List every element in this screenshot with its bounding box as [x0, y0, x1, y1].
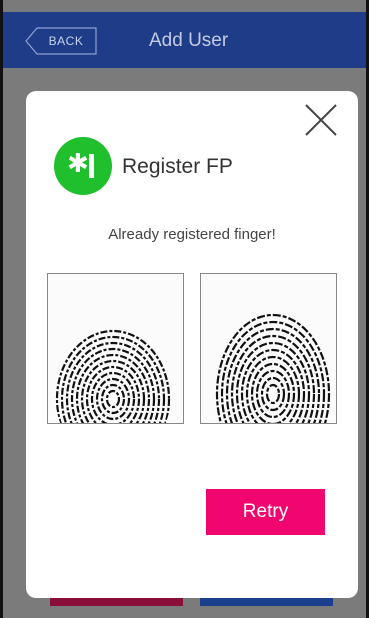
- fingerprint-scan-1: [47, 273, 184, 424]
- close-button[interactable]: [304, 103, 338, 137]
- background-right-button: [200, 598, 333, 606]
- fingerprint-register-icon: ✱: [54, 137, 112, 195]
- register-fp-dialog: ✱ Register FP Already registered finger!: [26, 91, 358, 598]
- back-button-label: BACK: [48, 34, 84, 48]
- background-left-button: [50, 598, 183, 606]
- retry-button[interactable]: Retry: [206, 489, 325, 535]
- app-header: BACK Add User: [3, 12, 366, 68]
- cursor-bar-glyph: [89, 154, 94, 178]
- close-icon: [305, 104, 337, 136]
- dialog-title: Register FP: [122, 155, 233, 178]
- device-screen: BACK Add User ✱ Register FP Already regi…: [0, 0, 369, 618]
- page-title: Add User: [149, 30, 229, 51]
- back-button[interactable]: BACK: [25, 27, 97, 55]
- asterisk-glyph: ✱: [67, 149, 89, 179]
- status-message: Already registered finger!: [108, 226, 276, 243]
- fingerprint-image: [215, 313, 331, 423]
- fingerprint-image: [55, 329, 171, 423]
- fingerprint-scan-2: [200, 273, 337, 424]
